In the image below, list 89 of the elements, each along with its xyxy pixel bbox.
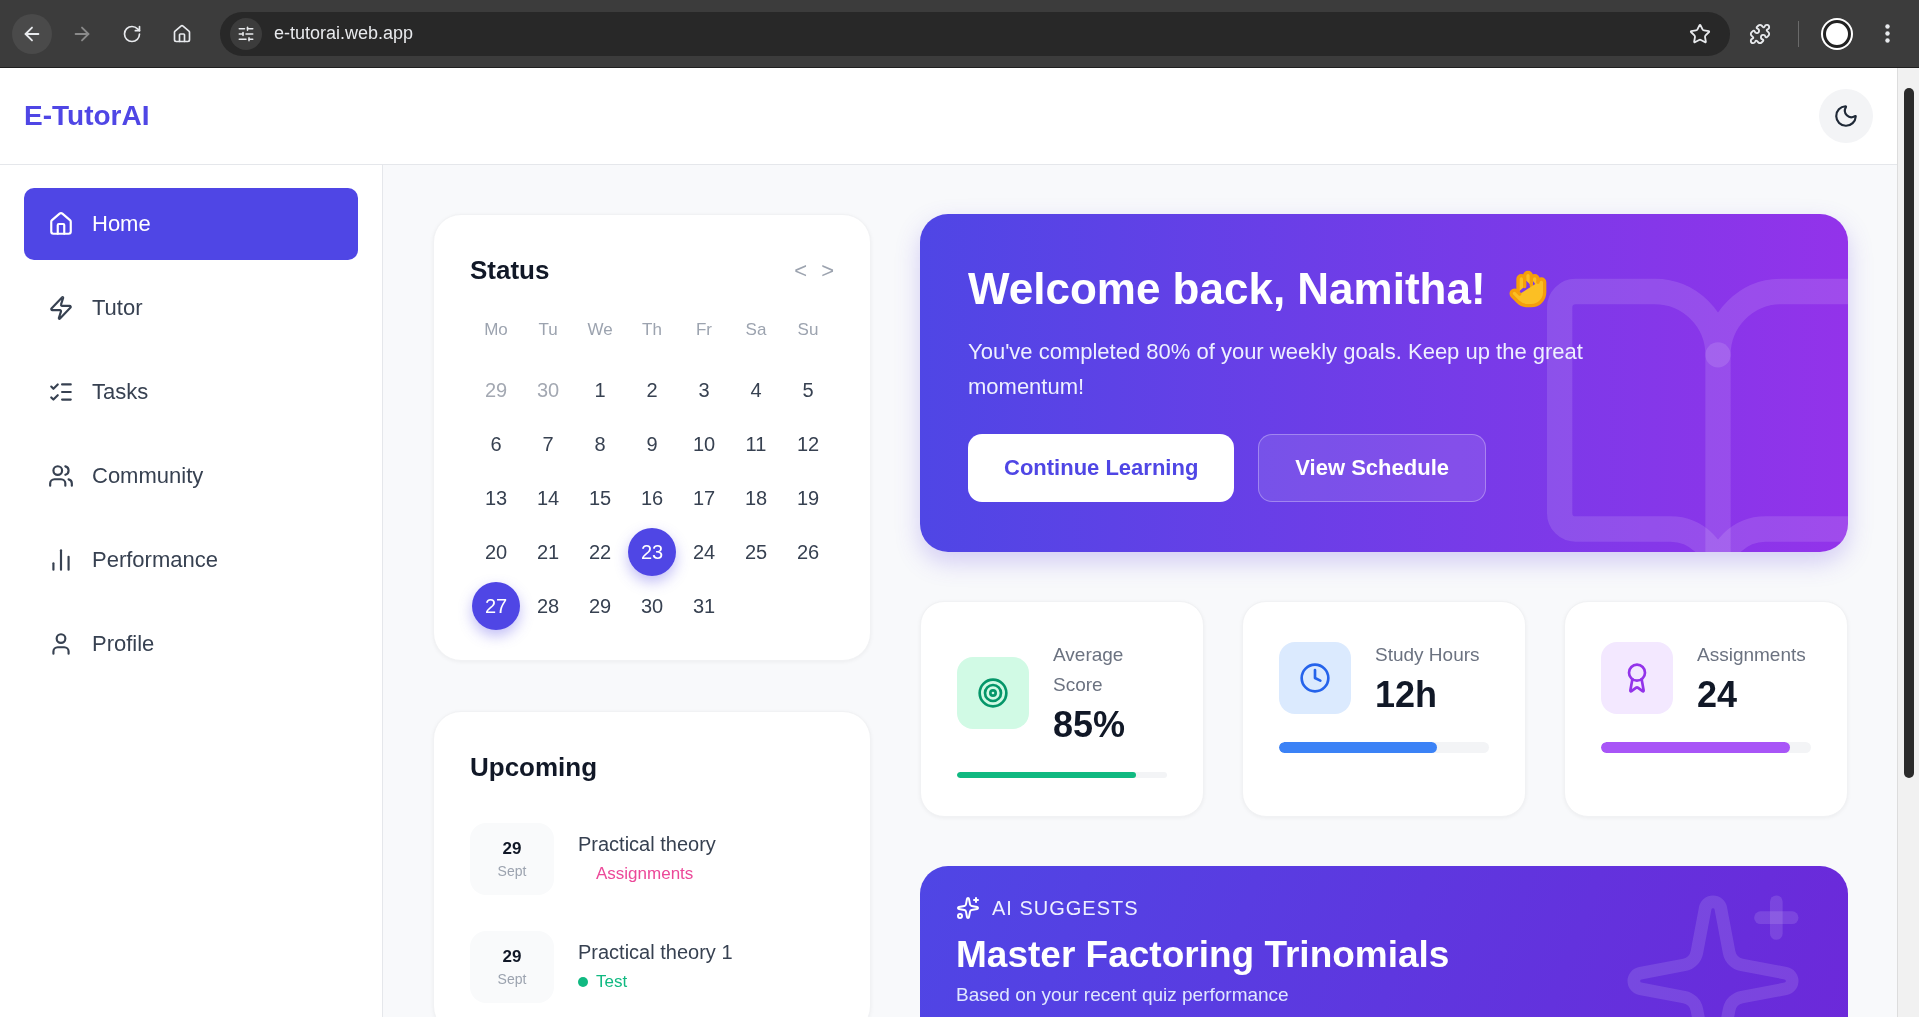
date-day: 29 xyxy=(502,839,522,859)
lightning-icon xyxy=(48,295,74,321)
calendar-day[interactable]: 5 xyxy=(784,366,832,414)
calendar-day[interactable]: 12 xyxy=(784,420,832,468)
calendar-day[interactable]: 29 xyxy=(576,582,624,630)
home-icon xyxy=(48,211,74,237)
card-title: Status xyxy=(470,255,550,286)
address-bar[interactable]: e-tutorai.web.app xyxy=(220,11,1730,56)
calendar-day[interactable]: 25 xyxy=(732,528,780,576)
nav-item[interactable]: Home xyxy=(24,188,358,260)
card-title: Upcoming xyxy=(470,752,599,783)
calendar-day[interactable]: 9 xyxy=(628,420,676,468)
calendar-day[interactable]: 28 xyxy=(524,582,572,630)
puzzle-icon xyxy=(1749,22,1771,45)
calendar-day[interactable]: 18 xyxy=(732,474,780,522)
weekday-label: Fr xyxy=(695,320,712,341)
star-icon xyxy=(1689,22,1711,45)
calendar-day[interactable]: 1 xyxy=(576,366,624,414)
stat-value: 24 xyxy=(1697,674,1739,716)
weekday-label: Th xyxy=(642,320,662,341)
more-icon xyxy=(1884,24,1890,43)
nav-item[interactable]: Performance xyxy=(24,524,358,596)
target-icon xyxy=(957,657,1029,729)
calendar-day[interactable]: 30 xyxy=(628,582,676,630)
calendar-day[interactable]: 31 xyxy=(680,582,728,630)
weekday-label: Sa xyxy=(745,320,767,341)
logo[interactable]: E-TutorAI xyxy=(24,100,150,132)
waving-hand-icon xyxy=(1507,269,1548,309)
calendar-day[interactable]: 26 xyxy=(784,528,832,576)
scrollbar[interactable] xyxy=(1897,68,1919,1017)
calendar-day[interactable]: 23 xyxy=(628,528,676,576)
nav-item[interactable]: Tasks xyxy=(24,356,358,428)
ribbon-icon xyxy=(1601,642,1673,714)
welcome-title: Welcome back, Namitha! xyxy=(968,264,1486,314)
date-month: Sept xyxy=(497,863,527,879)
calendar-day[interactable]: 7 xyxy=(524,420,572,468)
users-icon xyxy=(48,463,74,489)
site-settings-button[interactable] xyxy=(230,17,262,50)
calendar-day[interactable]: 14 xyxy=(524,474,572,522)
calendar-day[interactable]: 3 xyxy=(680,366,728,414)
event-tag: Test xyxy=(596,972,628,992)
nav-item[interactable]: Community xyxy=(24,440,358,512)
event-tag: Assignments xyxy=(596,864,694,884)
sparkles-icon xyxy=(956,896,980,920)
stat-label: Average Score xyxy=(1053,643,1125,697)
date-day: 29 xyxy=(502,947,522,967)
calendar-day[interactable]: 2 xyxy=(628,366,676,414)
calendar-day[interactable]: 10 xyxy=(680,420,728,468)
calendar-day[interactable]: 13 xyxy=(472,474,520,522)
calendar-day[interactable]: 24 xyxy=(680,528,728,576)
stat-label: Study Hours xyxy=(1375,643,1480,667)
calendar-day[interactable]: 11 xyxy=(732,420,780,468)
moon-icon xyxy=(1833,103,1859,129)
nav-item[interactable]: Tutor xyxy=(24,272,358,344)
suggestion-title: Master Factoring Trinomials xyxy=(956,934,1451,976)
nav-item[interactable]: Profile xyxy=(24,608,358,680)
weekday-label: Su xyxy=(797,320,819,341)
calendar-day[interactable]: 22 xyxy=(576,528,624,576)
stat-value: 85% xyxy=(1053,704,1127,746)
weekday-label: We xyxy=(587,320,613,341)
back-button[interactable] xyxy=(12,13,52,54)
schedule-button[interactable]: View Schedule xyxy=(1258,434,1486,502)
avatar-icon xyxy=(1823,19,1851,48)
welcome-text: You've completed 80% of your weekly goals. Keep up the great momentum! xyxy=(968,338,1584,401)
event-title: Practical theory xyxy=(578,833,716,856)
weekday-label: Tu xyxy=(538,320,558,341)
sliders-icon xyxy=(237,24,255,43)
stat-value: 12h xyxy=(1375,674,1439,716)
weekday-label: Mo xyxy=(484,320,508,341)
calendar-day[interactable]: 27 xyxy=(472,582,520,630)
calendar-day[interactable]: 8 xyxy=(576,420,624,468)
calendar-day[interactable]: 17 xyxy=(680,474,728,522)
calendar-day[interactable]: 6 xyxy=(472,420,520,468)
calendar-day[interactable]: 4 xyxy=(732,366,780,414)
calendar-day[interactable]: 15 xyxy=(576,474,624,522)
calendar-day[interactable]: 19 xyxy=(784,474,832,522)
clock-icon xyxy=(1279,642,1351,714)
url-text: e-tutorai.web.app xyxy=(274,23,415,44)
suggestion-label: AI SUGGESTS xyxy=(992,896,1139,920)
calendar-day[interactable]: 21 xyxy=(524,528,572,576)
continue-button[interactable]: Continue Learning xyxy=(968,434,1235,502)
event-title: Practical theory 1 xyxy=(578,941,733,964)
suggestion-text: Based on your recent quiz performance xyxy=(956,984,1290,1006)
calendar-day[interactable]: 16 xyxy=(628,474,676,522)
home-icon xyxy=(172,23,192,44)
date-month: Sept xyxy=(497,971,527,987)
stat-label: Assignments xyxy=(1697,643,1806,667)
reload-icon xyxy=(122,23,142,44)
calendar-day[interactable]: 20 xyxy=(472,528,520,576)
